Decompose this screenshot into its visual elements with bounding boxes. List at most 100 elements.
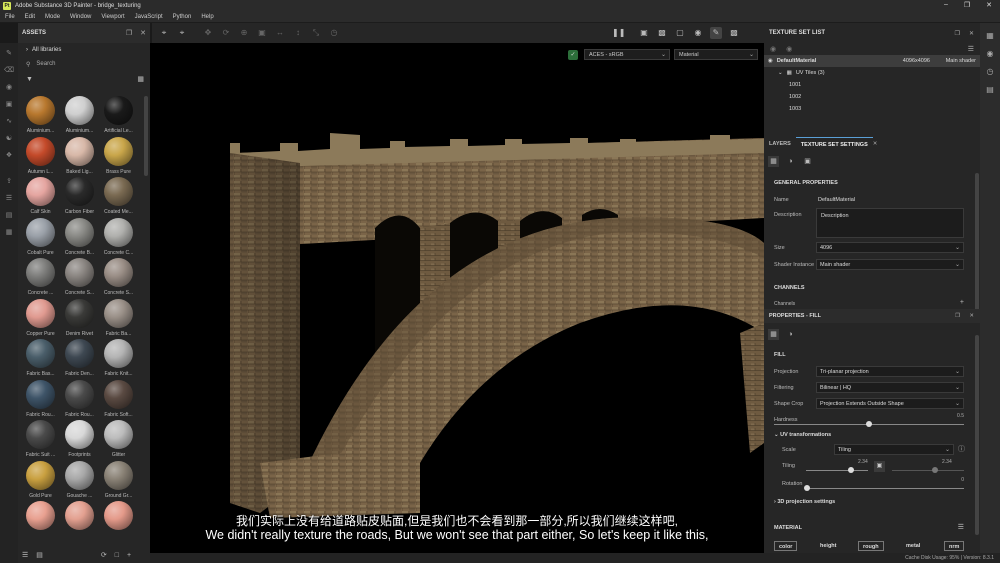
asset-thumbnail[interactable]: Aluminium... <box>22 96 59 137</box>
history-icon[interactable]: ◷ <box>328 27 340 39</box>
paint-mode-icon[interactable]: ✎ <box>710 27 722 39</box>
fill-layer-icon[interactable]: ▦ <box>768 328 779 340</box>
asset-thumbnail[interactable]: Gold Pure <box>22 460 59 502</box>
hardness-slider-knob[interactable] <box>866 421 872 427</box>
menu-edit[interactable]: Edit <box>25 14 35 20</box>
chip-rough[interactable]: rough <box>858 541 884 551</box>
asset-thumbnail[interactable]: Concrete ... <box>22 258 59 299</box>
rotation-slider[interactable] <box>806 488 964 489</box>
crop-icon[interactable]: ▣ <box>802 156 813 167</box>
library-selector[interactable]: › All libraries <box>18 43 150 57</box>
asset-thumbnail[interactable]: Copper Pure <box>22 298 59 340</box>
rotate-icon[interactable]: ⟳ <box>220 27 232 39</box>
material-menu-icon[interactable]: ☰ <box>958 523 964 531</box>
uv-tile-row[interactable]: 1003 <box>764 103 980 115</box>
asset-thumbnail[interactable]: Brass Pure <box>100 136 137 178</box>
asset-thumbnail[interactable] <box>100 501 137 542</box>
asset-thumbnail[interactable]: Fabric Suit ... <box>22 420 59 461</box>
menu-help[interactable]: Help <box>201 14 213 20</box>
settings-scrollbar[interactable] <box>975 173 979 313</box>
filtering-dropdown[interactable]: Bilinear | HQ ⌄ <box>816 382 964 393</box>
symmetry-icon[interactable]: ⌖ <box>176 27 188 39</box>
asset-thumbnail[interactable]: Fabric Soft... <box>100 379 137 421</box>
add-channel-icon[interactable]: + <box>960 299 964 306</box>
assets-scrollbar[interactable] <box>144 96 148 176</box>
tab-texture-set-settings[interactable]: TEXTURE SET SETTINGS <box>795 137 873 151</box>
menu-window[interactable]: Window <box>70 14 91 20</box>
mirror-y-icon[interactable]: ↕ <box>292 27 304 39</box>
projection-icon[interactable]: ◉ <box>4 83 14 93</box>
asset-thumbnail[interactable]: Concrete B... <box>61 217 98 259</box>
asset-thumbnail[interactable]: Ground Gr... <box>100 460 137 502</box>
asset-thumbnail[interactable]: Aluminium... <box>61 96 98 137</box>
menu-icon[interactable]: ☰ <box>968 45 974 53</box>
asset-thumbnail[interactable]: Cobalt Pure <box>22 217 59 259</box>
cube-view-icon[interactable]: ▣ <box>638 27 650 39</box>
polygon-fill-icon[interactable]: ▣ <box>4 100 14 110</box>
asset-thumbnail[interactable]: Carbon Fiber <box>61 177 98 218</box>
close-icon[interactable]: ✕ <box>986 1 992 9</box>
maximize-icon[interactable]: ❐ <box>964 1 970 9</box>
lock-icon[interactable]: ▣ <box>874 461 885 472</box>
grid-view-icon[interactable]: ▦ <box>137 75 144 83</box>
viewport-shield-icon[interactable]: ✓ <box>568 50 578 60</box>
3d-projection-header[interactable]: › 3D projection settings <box>774 499 835 505</box>
material-sphere-icon[interactable]: ◑ <box>785 329 796 340</box>
3d-viewport[interactable]: ✓ ACES - sRGB ⌄ Material ⌄ <box>150 43 764 553</box>
mirror-x-icon[interactable]: ↔ <box>274 27 286 39</box>
brush-display-icon[interactable]: ▢ <box>674 27 686 39</box>
menu-mode[interactable]: Mode <box>45 14 60 20</box>
asset-thumbnail[interactable]: Gouache ... <box>61 460 98 502</box>
rotation-slider-knob[interactable] <box>804 485 810 491</box>
info-icon[interactable]: ⓘ <box>958 444 965 454</box>
asset-thumbnail[interactable]: Calf Skin <box>22 177 59 218</box>
close-panel-icon[interactable]: ✕ <box>969 30 974 37</box>
colorspace-dropdown[interactable]: ACES - sRGB ⌄ <box>584 49 670 60</box>
menu-viewport[interactable]: Viewport <box>101 14 124 20</box>
eye-icon[interactable]: ◉ <box>768 58 773 64</box>
asset-thumbnail[interactable]: Fabric Den... <box>61 339 98 380</box>
tab-layers[interactable]: LAYERS <box>764 137 796 151</box>
eye-icon[interactable]: ◉ <box>770 45 776 53</box>
shader-instance-dropdown[interactable]: Main shader ⌄ <box>816 259 964 270</box>
search-input[interactable]: Search <box>36 61 55 67</box>
scale-dropdown[interactable]: Tiling ⌄ <box>834 444 954 455</box>
asset-thumbnail[interactable]: Concrete S... <box>61 258 98 299</box>
log-icon[interactable]: ▤ <box>985 85 995 95</box>
mirror-z-icon[interactable]: ⤡ <box>310 27 322 39</box>
folder-icon[interactable]: □ <box>115 552 119 559</box>
transform-icon[interactable]: ⌖ <box>158 27 170 39</box>
material-sphere-icon[interactable]: ◑ <box>785 156 796 167</box>
document-icon[interactable]: ▤ <box>4 211 14 221</box>
list-icon[interactable]: ▤ <box>36 551 43 559</box>
import-icon[interactable]: ⇪ <box>4 177 14 187</box>
asset-thumbnail[interactable]: Fabric Ba... <box>100 298 137 340</box>
move-icon[interactable]: ✥ <box>202 27 214 39</box>
asset-thumbnail[interactable]: Artificial Le... <box>100 96 137 137</box>
color-picker-icon[interactable]: ❖ <box>4 151 14 161</box>
cube-icon[interactable]: ▣ <box>256 27 268 39</box>
display-settings-icon[interactable]: ◉ <box>985 49 995 59</box>
asset-thumbnail[interactable] <box>22 501 59 542</box>
add-icon[interactable]: + <box>127 552 131 559</box>
tiling-slider-knob[interactable] <box>848 467 854 473</box>
asset-thumbnail[interactable]: Concrete C... <box>100 217 137 259</box>
float-panel-icon[interactable]: ❐ <box>955 313 960 319</box>
uv-tile-row[interactable]: 1002 <box>764 91 980 103</box>
asset-thumbnail[interactable]: Fabric Rou... <box>61 379 98 421</box>
chip-metal[interactable]: metal <box>902 541 924 551</box>
float-panel-icon[interactable]: ❐ <box>955 30 960 37</box>
chip-color[interactable]: color <box>774 541 798 551</box>
filter-icon[interactable]: ▼ <box>26 76 33 83</box>
asset-thumbnail[interactable]: Baked Lig... <box>61 136 98 178</box>
description-field[interactable]: Description <box>816 208 964 238</box>
uv-tile-row[interactable]: 1001 <box>764 79 980 91</box>
menu-python[interactable]: Python <box>173 14 192 20</box>
layers-stack-icon[interactable]: ☰ <box>4 194 14 204</box>
smudge-icon[interactable]: ∿ <box>4 117 14 127</box>
camera-icon[interactable]: ▩ <box>656 27 668 39</box>
scale-icon[interactable]: ⊕ <box>238 27 250 39</box>
visibility-icon[interactable]: ◉ <box>786 45 792 53</box>
clone-icon[interactable]: ☯ <box>4 134 14 144</box>
close-tab-icon[interactable]: ✕ <box>873 141 878 147</box>
